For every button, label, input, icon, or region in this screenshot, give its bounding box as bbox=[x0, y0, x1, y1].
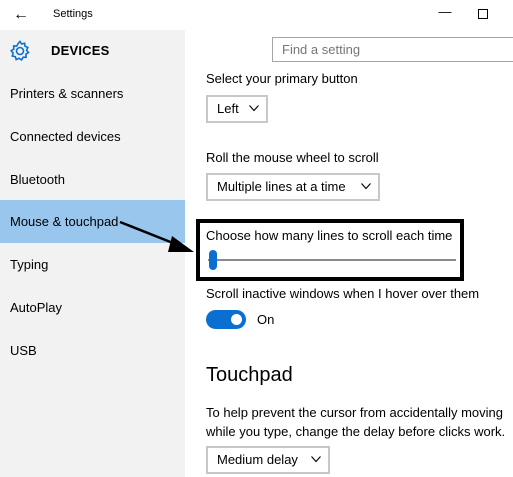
touchpad-delay-value: Medium delay bbox=[217, 452, 298, 467]
scroll-wheel-dropdown[interactable]: Multiple lines at a time bbox=[206, 173, 380, 201]
touchpad-description-line1: To help prevent the cursor from accident… bbox=[206, 405, 503, 420]
minimize-button[interactable]: — bbox=[437, 4, 453, 24]
scroll-inactive-label: Scroll inactive windows when I hover ove… bbox=[206, 286, 480, 301]
lines-slider-thumb[interactable] bbox=[209, 250, 217, 270]
back-arrow-icon[interactable]: ← bbox=[10, 5, 32, 25]
app-title: Settings bbox=[53, 8, 93, 20]
primary-button-dropdown[interactable]: Left bbox=[206, 95, 268, 123]
search-input[interactable] bbox=[273, 38, 513, 61]
scroll-inactive-toggle[interactable] bbox=[206, 310, 246, 329]
maximize-button[interactable] bbox=[478, 9, 488, 19]
gear-icon bbox=[10, 40, 30, 62]
sidebar-item-connected-devices[interactable]: Connected devices bbox=[0, 115, 185, 158]
search-box[interactable] bbox=[272, 37, 513, 62]
touchpad-description-line2: while you type, change the delay before … bbox=[206, 424, 506, 439]
chevron-down-icon bbox=[249, 105, 259, 114]
section-title: DEVICES bbox=[51, 43, 110, 58]
title-bar: ← Settings — bbox=[0, 0, 513, 30]
sidebar-item-printers-scanners[interactable]: Printers & scanners bbox=[0, 72, 185, 115]
touchpad-delay-dropdown[interactable]: Medium delay bbox=[206, 446, 330, 474]
lines-slider-track[interactable] bbox=[208, 259, 456, 261]
scroll-wheel-value: Multiple lines at a time bbox=[217, 179, 346, 194]
primary-button-value: Left bbox=[217, 101, 239, 116]
toggle-knob bbox=[231, 314, 242, 325]
lines-to-scroll-label: Choose how many lines to scroll each tim… bbox=[206, 228, 453, 243]
touchpad-heading: Touchpad bbox=[206, 364, 293, 386]
scroll-wheel-label: Roll the mouse wheel to scroll bbox=[206, 150, 379, 165]
toggle-state-label: On bbox=[257, 312, 275, 327]
sidebar-item-typing[interactable]: Typing bbox=[0, 243, 185, 286]
sidebar-item-usb[interactable]: USB bbox=[0, 329, 185, 372]
sidebar-item-mouse-touchpad[interactable]: Mouse & touchpad bbox=[0, 200, 185, 243]
chevron-down-icon bbox=[361, 183, 371, 192]
chevron-down-icon bbox=[311, 456, 321, 465]
primary-button-label: Select your primary button bbox=[206, 71, 358, 86]
sidebar-item-autoplay[interactable]: AutoPlay bbox=[0, 286, 185, 329]
sidebar-item-bluetooth[interactable]: Bluetooth bbox=[0, 158, 185, 201]
